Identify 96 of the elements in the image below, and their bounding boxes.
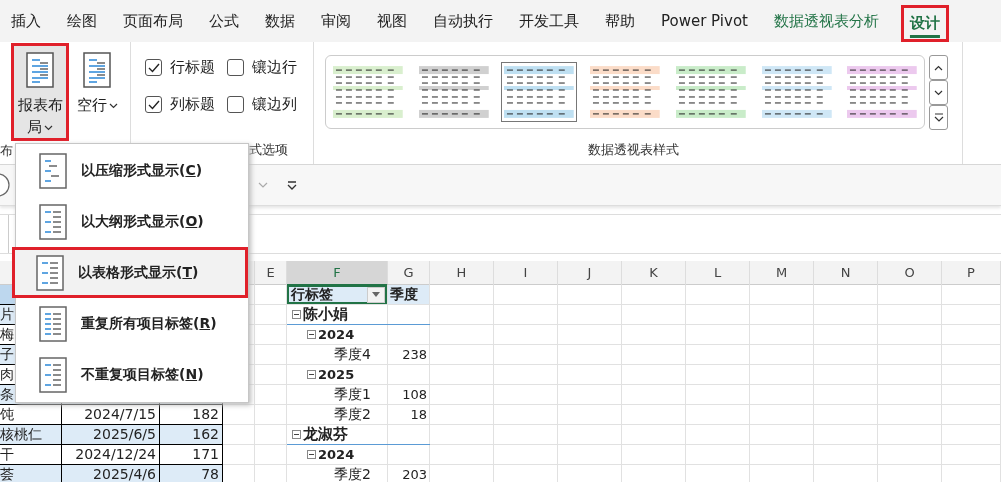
row-label: 季度2 — [334, 465, 371, 482]
ribbon-tab[interactable]: 审阅 — [317, 4, 355, 38]
customize-toolbar-icon[interactable] — [287, 180, 297, 190]
value-cell-text: 203 — [401, 466, 428, 482]
ribbon-tab[interactable]: 数据透视表分析 — [769, 4, 883, 38]
document-lines-icon — [83, 52, 111, 88]
table-cell-text: 2024/12/24 — [74, 445, 157, 464]
scroll-down-button[interactable] — [929, 80, 948, 105]
checkbox-label: 镶边列 — [252, 95, 297, 114]
checkbox[interactable] — [227, 59, 244, 76]
ribbon-tab[interactable]: 插入 — [7, 4, 45, 38]
table-cell: 2025/6/5 — [62, 425, 159, 444]
checkbox[interactable] — [145, 59, 162, 76]
column-header[interactable]: N — [814, 261, 878, 286]
layout-icon — [39, 356, 67, 393]
menu-item[interactable]: 以表格形式显示(T) — [12, 247, 248, 298]
layout-icon — [39, 152, 67, 189]
collapse-icon[interactable] — [307, 370, 316, 379]
table-cell: 荟 — [0, 465, 61, 482]
table-cell-text: 干 — [0, 445, 15, 464]
table-cell-text: 饨 — [0, 405, 15, 424]
menu-item[interactable]: 不重复项目标签(N) — [16, 349, 248, 400]
collapse-icon[interactable] — [307, 330, 316, 339]
chevron-down-icon — [934, 89, 943, 96]
value-cell-text: 108 — [401, 386, 428, 404]
chevron-down-icon — [44, 124, 53, 131]
row-label: 季度2 — [334, 405, 371, 424]
group-label: 数据透视表样式 — [586, 141, 680, 159]
table-cell: 78 — [160, 465, 222, 482]
checkbox-label: 行标题 — [170, 58, 215, 77]
table-cell-text: 肉 — [0, 365, 15, 384]
menu-item[interactable]: 重复所有项目标签(R) — [16, 298, 248, 349]
chevron-up-icon — [934, 64, 943, 71]
layout-icon — [39, 305, 67, 342]
row-label: 2025 — [318, 366, 355, 384]
column-header[interactable]: O — [878, 261, 942, 286]
menu-item[interactable]: 以大纲形式显示(O) — [16, 196, 248, 247]
table-cell-text: 171 — [191, 445, 220, 464]
filter-dropdown-button[interactable] — [367, 286, 385, 303]
ribbon-tab[interactable]: 开发工具 — [515, 4, 583, 38]
dropdown-arrow-icon — [372, 292, 380, 297]
checkbox-label: 镶边行 — [252, 58, 297, 77]
layout-icon — [39, 203, 67, 240]
row-label: 季度1 — [334, 385, 371, 404]
collapse-icon[interactable] — [292, 310, 301, 319]
table-cell-text: 梅 — [0, 325, 15, 344]
column-header[interactable]: H — [430, 261, 494, 286]
column-header[interactable]: K — [622, 261, 686, 286]
ribbon-tab[interactable]: 公式 — [205, 4, 243, 38]
menu-item[interactable]: 以压缩形式显示(C) — [16, 145, 248, 196]
blank-rows-button[interactable]: 空行 — [77, 43, 117, 133]
table-style-thumbnail[interactable] — [501, 62, 578, 122]
table-cell: 核桃仁 — [0, 425, 61, 444]
row-label: 2024 — [318, 326, 355, 344]
row-labels-header: 行标签 — [291, 285, 333, 304]
ribbon-tab[interactable]: 视图 — [373, 4, 411, 38]
value-cell-text: 238 — [401, 346, 428, 364]
checkbox[interactable] — [227, 96, 244, 113]
collapse-icon[interactable] — [307, 450, 316, 459]
ribbon-tab[interactable]: 帮助 — [601, 4, 639, 38]
checkbox-label: 列标题 — [170, 95, 215, 114]
group-label: 布 — [0, 142, 14, 160]
column-header[interactable]: J — [558, 261, 622, 286]
column-header[interactable]: M — [750, 261, 814, 286]
table-cell-text: 2024/7/15 — [83, 405, 157, 424]
table-cell: 162 — [160, 425, 222, 444]
row-label: 龙淑芬 — [303, 425, 348, 444]
row-label: 2024 — [318, 446, 355, 464]
document-lines-icon — [26, 52, 54, 88]
ribbon-tab[interactable]: 绘图 — [63, 4, 101, 38]
row-label: 陈小娟 — [303, 305, 348, 324]
row-label: 季度4 — [334, 345, 371, 364]
selected-cell[interactable]: 行标签 — [287, 285, 387, 304]
chevron-down-icon — [108, 102, 118, 109]
table-cell: 2025/4/6 — [62, 465, 159, 482]
ribbon-tab[interactable]: Power Pivot — [657, 5, 752, 37]
round-button-icon[interactable] — [0, 173, 10, 197]
ribbon-tab[interactable]: 数据 — [261, 4, 299, 38]
ribbon-tab[interactable]: 页面布局 — [119, 4, 187, 38]
report-layout-button[interactable]: 报表布局 — [11, 43, 69, 141]
column-header[interactable]: P — [942, 261, 1001, 286]
column-header[interactable]: L — [686, 261, 750, 286]
table-cell-text: 182 — [191, 405, 220, 424]
column-header[interactable]: F — [287, 261, 388, 286]
collapse-icon[interactable] — [292, 430, 301, 439]
group-label: 式选项 — [248, 141, 289, 159]
more-styles-button[interactable] — [929, 105, 948, 130]
ribbon-tab[interactable]: 自动执行 — [429, 4, 497, 38]
ribbon-tab[interactable]: 设计 — [900, 4, 949, 42]
scroll-up-button[interactable] — [929, 55, 948, 80]
column-header-cell: 季度 — [388, 285, 429, 304]
checkbox[interactable] — [145, 96, 162, 113]
expand-more-icon — [933, 113, 944, 122]
column-header[interactable]: I — [494, 261, 558, 286]
value-cell-text: 18 — [409, 406, 428, 424]
layout-icon — [36, 254, 64, 291]
